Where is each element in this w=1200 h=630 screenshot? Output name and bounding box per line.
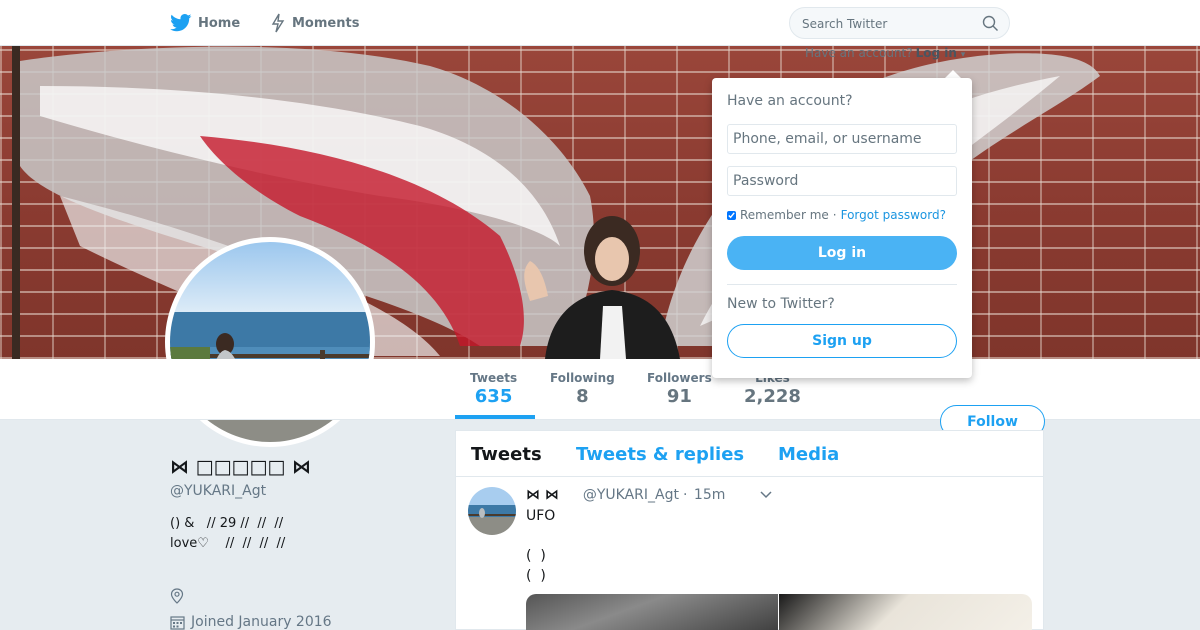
stat-value: 8 [576,386,589,407]
remember-me-label: Remember me [740,208,829,222]
joined-text: Joined January 2016 [191,614,332,630]
stat-tweets[interactable]: Tweets 635 [470,371,517,407]
tweet-separator: · [683,487,688,503]
stat-followers[interactable]: Followers 91 [647,371,712,407]
stat-label: Tweets [470,371,518,385]
login-dropdown: Have an account? Remember me · Forgot pa… [712,78,972,378]
search-icon[interactable] [982,15,999,32]
nav-moments-label: Moments [292,15,360,31]
tweet-author-name[interactable]: ⋈ ⋈ [526,487,559,503]
signup-button[interactable]: Sign up [727,324,957,358]
login-button[interactable]: Log in [727,236,957,270]
separator: · [832,208,837,222]
top-nav: Home Moments [0,0,1200,46]
chevron-down-icon[interactable] [759,487,773,501]
active-stat-underline [455,415,535,419]
forgot-password-link[interactable]: Forgot password? [841,208,946,222]
tweet-media-image[interactable] [526,594,778,630]
new-to-twitter-label: New to Twitter? [727,296,835,312]
nav-moments[interactable]: Moments [270,0,359,46]
tweet-item[interactable]: ⋈ ⋈ @YUKARI_Agt · 15m UFO ( ) ( ) [456,477,1043,630]
remember-row: Remember me · Forgot password? [727,208,946,222]
timeline-tabs: Tweets Tweets & replies Media [456,431,1043,477]
tweet-header: ⋈ ⋈ @YUKARI_Agt · 15m [526,487,725,503]
stat-label: Followers [647,371,712,385]
profile-joined: Joined January 2016 [170,614,332,630]
nav-home[interactable]: Home [170,0,240,46]
password-field[interactable] [727,166,957,196]
tab-media[interactable]: Media [778,444,839,465]
tweet-timestamp[interactable]: 15m [694,487,725,503]
stat-value: 2,228 [744,386,801,407]
dropdown-caret [945,70,961,78]
stat-following[interactable]: Following 8 [550,371,615,407]
login-hint: Have an account? Log in ▾ [805,46,965,60]
location-icon [170,588,184,604]
bolt-icon [271,13,285,33]
login-prompt: Have an account? [805,46,913,60]
tweet-author-handle[interactable]: @YUKARI_Agt [583,487,679,503]
tab-tweets[interactable]: Tweets [471,444,542,465]
tweet-text: UFO ( ) ( ) [526,508,556,584]
timeline: Tweets Tweets & replies Media ⋈ ⋈ @YUKARI… [455,430,1044,630]
dropdown-divider [727,284,957,285]
stat-value: 635 [474,386,513,407]
profile-handle[interactable]: @YUKARI_Agt [170,483,266,499]
profile-name: ⋈ □□□□□ ⋈ [170,456,311,478]
username-field[interactable] [727,124,957,154]
tweet-avatar[interactable] [468,487,516,535]
stat-label: Following [550,371,615,385]
twitter-bird-icon [170,14,192,32]
profile-bio: () & // 29 // // // love♡ // // // // [170,516,286,551]
nav-home-label: Home [198,15,241,31]
profile-location [170,588,184,604]
calendar-icon [170,615,185,630]
search-input[interactable] [802,14,972,33]
tab-tweets-replies[interactable]: Tweets & replies [576,444,744,465]
login-link[interactable]: Log in [916,46,957,60]
remember-me-checkbox[interactable] [727,210,736,220]
stat-value: 91 [666,386,692,407]
search-box [789,7,1010,39]
login-dropdown-title: Have an account? [727,93,853,109]
tweet-avatar-photo [468,487,516,535]
chevron-down-icon[interactable]: ▾ [961,50,966,60]
tweet-media-image[interactable] [779,594,1032,630]
